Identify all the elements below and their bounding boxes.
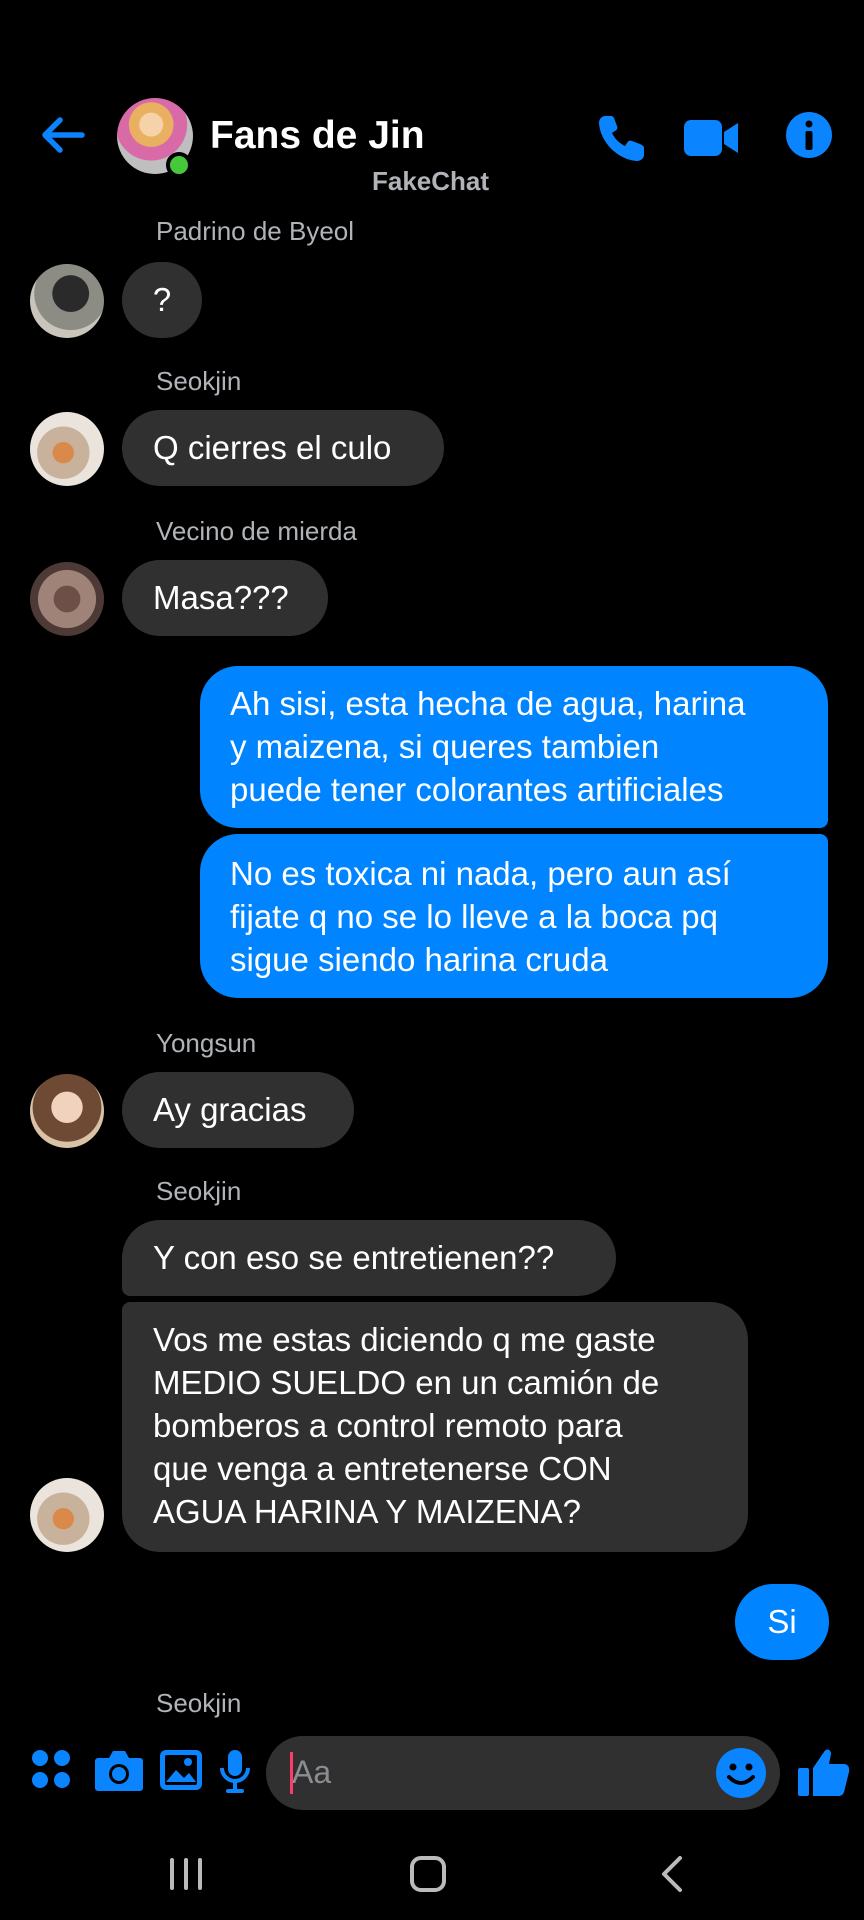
sender-name: Yongsun — [156, 1028, 257, 1058]
message-line: MEDIO SUELDO en un camión de — [153, 1364, 660, 1401]
message-line: No es toxica ni nada, pero aun así — [230, 855, 731, 892]
message-line: fijate q no se lo lleve a la boca pq — [230, 898, 718, 935]
microphone-icon[interactable] — [218, 1748, 252, 1794]
avatar[interactable] — [30, 1478, 104, 1552]
video-call-icon[interactable] — [682, 110, 740, 166]
avatar[interactable] — [30, 562, 104, 636]
sender-name: Seokjin — [156, 1688, 242, 1718]
message-line: Vos me estas diciendo q me gaste — [153, 1321, 656, 1358]
message-line: que venga a entretenerse CON — [153, 1450, 612, 1487]
message-line: sigue siendo harina cruda — [230, 941, 608, 978]
message-input[interactable]: Aa — [266, 1736, 780, 1810]
camera-icon[interactable] — [94, 1748, 144, 1792]
message-bubble-outgoing[interactable]: Si — [735, 1584, 829, 1660]
online-status-indicator — [166, 152, 192, 178]
recent-apps-icon[interactable] — [166, 1854, 206, 1894]
message-bubble-outgoing[interactable]: No es toxica ni nada, pero aun así fijat… — [200, 834, 828, 998]
message-line: Ah sisi, esta hecha de agua, harina — [230, 685, 746, 722]
message-line: y maizena, si queres tambien — [230, 728, 660, 765]
sender-name: Seokjin — [156, 366, 242, 396]
message-bubble-incoming[interactable]: Q cierres el culo — [122, 410, 444, 486]
thumbs-up-icon[interactable] — [796, 1744, 852, 1800]
message-composer: Aa — [0, 1734, 864, 1814]
chat-subtitle: FakeChat — [372, 166, 490, 196]
apps-grid-icon[interactable] — [30, 1748, 72, 1790]
back-nav-icon[interactable] — [652, 1854, 692, 1894]
sender-name: Vecino de mierda — [156, 516, 357, 546]
message-line: bomberos a control remoto para — [153, 1407, 623, 1444]
back-arrow-icon[interactable] — [38, 110, 88, 160]
emoji-icon[interactable] — [714, 1746, 768, 1800]
avatar[interactable] — [30, 1074, 104, 1148]
message-bubble-incoming[interactable]: Y con eso se entretienen?? — [122, 1220, 616, 1296]
chat-title[interactable]: Fans de Jin — [210, 114, 425, 158]
avatar[interactable] — [30, 412, 104, 486]
avatar[interactable] — [30, 264, 104, 338]
sender-name: Seokjin — [156, 1176, 242, 1206]
sender-name: Padrino de Byeol — [156, 216, 355, 246]
info-icon[interactable] — [784, 110, 834, 160]
message-line: puede tener colorantes artificiales — [230, 771, 724, 808]
phone-call-icon[interactable] — [594, 110, 650, 166]
message-line: AGUA HARINA Y MAIZENA? — [153, 1493, 581, 1530]
home-icon[interactable] — [408, 1854, 448, 1894]
message-bubble-incoming[interactable]: ? — [122, 262, 202, 338]
message-bubble-incoming[interactable]: Vos me estas diciendo q me gaste MEDIO S… — [122, 1302, 748, 1552]
message-bubble-outgoing[interactable]: Ah sisi, esta hecha de agua, harina y ma… — [200, 666, 828, 828]
message-bubble-incoming[interactable]: Ay gracias — [122, 1072, 354, 1148]
system-navigation-bar — [0, 1830, 864, 1920]
message-bubble-incoming[interactable]: Masa??? — [122, 560, 328, 636]
gallery-icon[interactable] — [158, 1748, 204, 1792]
chat-header: Fans de Jin FakeChat — [0, 90, 864, 200]
message-input-placeholder: Aa — [292, 1754, 332, 1790]
